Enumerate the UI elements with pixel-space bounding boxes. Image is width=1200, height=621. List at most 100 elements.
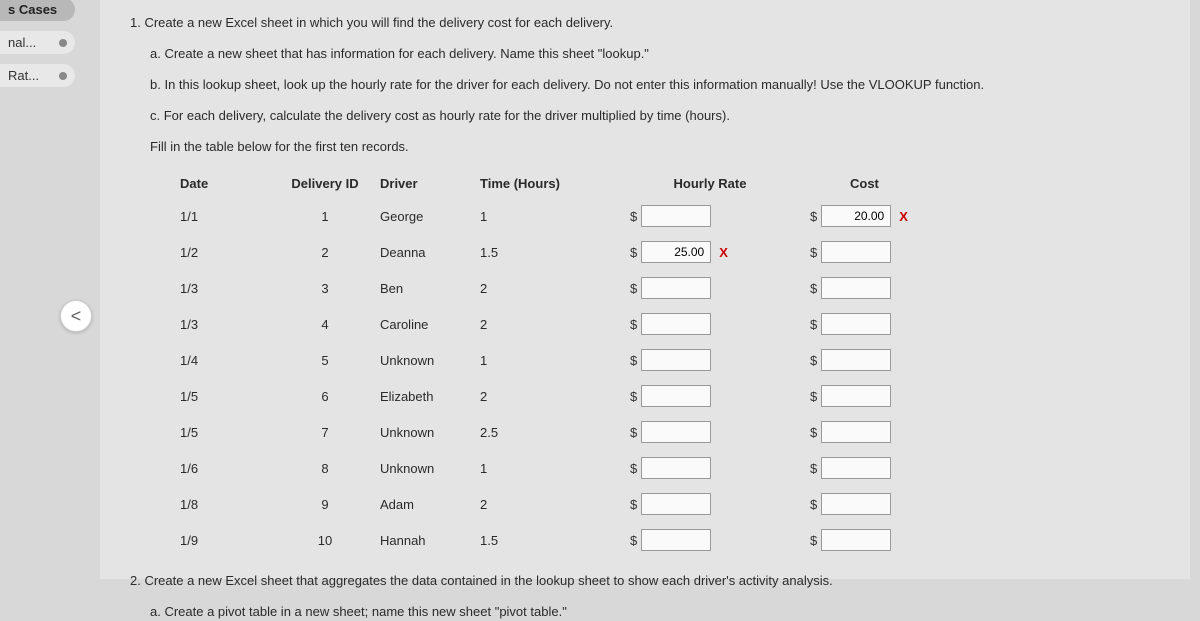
tab-indicator-icon [59,72,67,80]
rate-input[interactable] [641,205,711,227]
header-time: Time (Hours) [470,169,620,198]
cost-input[interactable] [821,349,891,371]
instruction-2a: a. Create a pivot table in a new sheet; … [150,604,1160,621]
cell-rate: $X [620,234,800,270]
cell-cost: $X [800,198,980,234]
table-row: 1/89Adam2$$ [170,486,980,522]
cell-id: 3 [280,270,370,306]
prev-button[interactable]: < [60,300,92,332]
cost-input[interactable] [821,241,891,263]
rate-input[interactable] [641,457,711,479]
cell-date: 1/6 [170,450,280,486]
dollar-icon: $ [810,425,817,440]
instruction-1b: b. In this lookup sheet, look up the hou… [150,77,1160,94]
cell-rate: $ [620,450,800,486]
cell-cost: $ [800,450,980,486]
cell-cost: $ [800,522,980,558]
cell-rate: $ [620,522,800,558]
nav-tab-nal[interactable]: nal... [0,31,75,54]
cell-time: 2 [470,378,620,414]
cost-input[interactable] [821,457,891,479]
cell-date: 1/5 [170,414,280,450]
cell-time: 1.5 [470,522,620,558]
instruction-1: 1. Create a new Excel sheet in which you… [130,15,1160,32]
cell-id: 4 [280,306,370,342]
cell-rate: $ [620,414,800,450]
chevron-left-icon: < [71,306,82,327]
instruction-1c: c. For each delivery, calculate the deli… [150,108,1160,125]
cell-cost: $ [800,486,980,522]
instruction-2: 2. Create a new Excel sheet that aggrega… [130,573,1160,590]
cost-input[interactable] [821,421,891,443]
cell-id: 1 [280,198,370,234]
tab-indicator-icon [59,39,67,47]
instruction-1a: a. Create a new sheet that has informati… [150,46,1160,63]
dollar-icon: $ [630,209,637,224]
dollar-icon: $ [630,533,637,548]
nav-tab-label: Rat... [8,68,39,83]
cell-date: 1/2 [170,234,280,270]
rate-input[interactable] [641,385,711,407]
cell-rate: $ [620,378,800,414]
cell-time: 1 [470,198,620,234]
page-content: < 1. Create a new Excel sheet in which y… [100,0,1190,579]
cell-time: 2 [470,270,620,306]
rate-input[interactable] [641,421,711,443]
cell-date: 1/5 [170,378,280,414]
cell-id: 8 [280,450,370,486]
rate-input[interactable] [641,277,711,299]
cell-id: 5 [280,342,370,378]
dollar-icon: $ [810,245,817,260]
nav-tab-cases[interactable]: s Cases [0,0,75,21]
cell-driver: Elizabeth [370,378,470,414]
table-row: 1/68Unknown1$$ [170,450,980,486]
nav-tab-label: s Cases [8,2,57,17]
cost-input[interactable] [821,205,891,227]
cell-cost: $ [800,378,980,414]
cell-driver: Unknown [370,450,470,486]
cell-time: 2 [470,306,620,342]
cost-input[interactable] [821,277,891,299]
cost-input[interactable] [821,529,891,551]
cell-driver: George [370,198,470,234]
instruction-fill: Fill in the table below for the first te… [150,139,1160,156]
nav-tab-rat[interactable]: Rat... [0,64,75,87]
cell-rate: $ [620,486,800,522]
cell-date: 1/3 [170,270,280,306]
cell-rate: $ [620,342,800,378]
cell-cost: $ [800,234,980,270]
wrong-icon: X [719,245,728,260]
cell-rate: $ [620,198,800,234]
dollar-icon: $ [810,461,817,476]
rate-input[interactable] [641,241,711,263]
dollar-icon: $ [630,389,637,404]
rate-input[interactable] [641,493,711,515]
header-rate: Hourly Rate [620,169,800,198]
cell-date: 1/4 [170,342,280,378]
dollar-icon: $ [810,317,817,332]
cell-id: 10 [280,522,370,558]
table-row: 1/11George1$$X [170,198,980,234]
cell-time: 1 [470,342,620,378]
cell-time: 1 [470,450,620,486]
rate-input[interactable] [641,529,711,551]
cell-date: 1/3 [170,306,280,342]
cell-date: 1/8 [170,486,280,522]
nav-tab-label: nal... [8,35,36,50]
header-driver: Driver [370,169,470,198]
delivery-table: Date Delivery ID Driver Time (Hours) Hou… [170,169,980,558]
cell-driver: Caroline [370,306,470,342]
rate-input[interactable] [641,313,711,335]
dollar-icon: $ [630,353,637,368]
dollar-icon: $ [630,425,637,440]
dollar-icon: $ [630,317,637,332]
cost-input[interactable] [821,385,891,407]
table-row: 1/910Hannah1.5$$ [170,522,980,558]
cell-id: 9 [280,486,370,522]
cost-input[interactable] [821,313,891,335]
rate-input[interactable] [641,349,711,371]
header-cost: Cost [800,169,980,198]
cell-cost: $ [800,414,980,450]
header-date: Date [170,169,280,198]
cost-input[interactable] [821,493,891,515]
